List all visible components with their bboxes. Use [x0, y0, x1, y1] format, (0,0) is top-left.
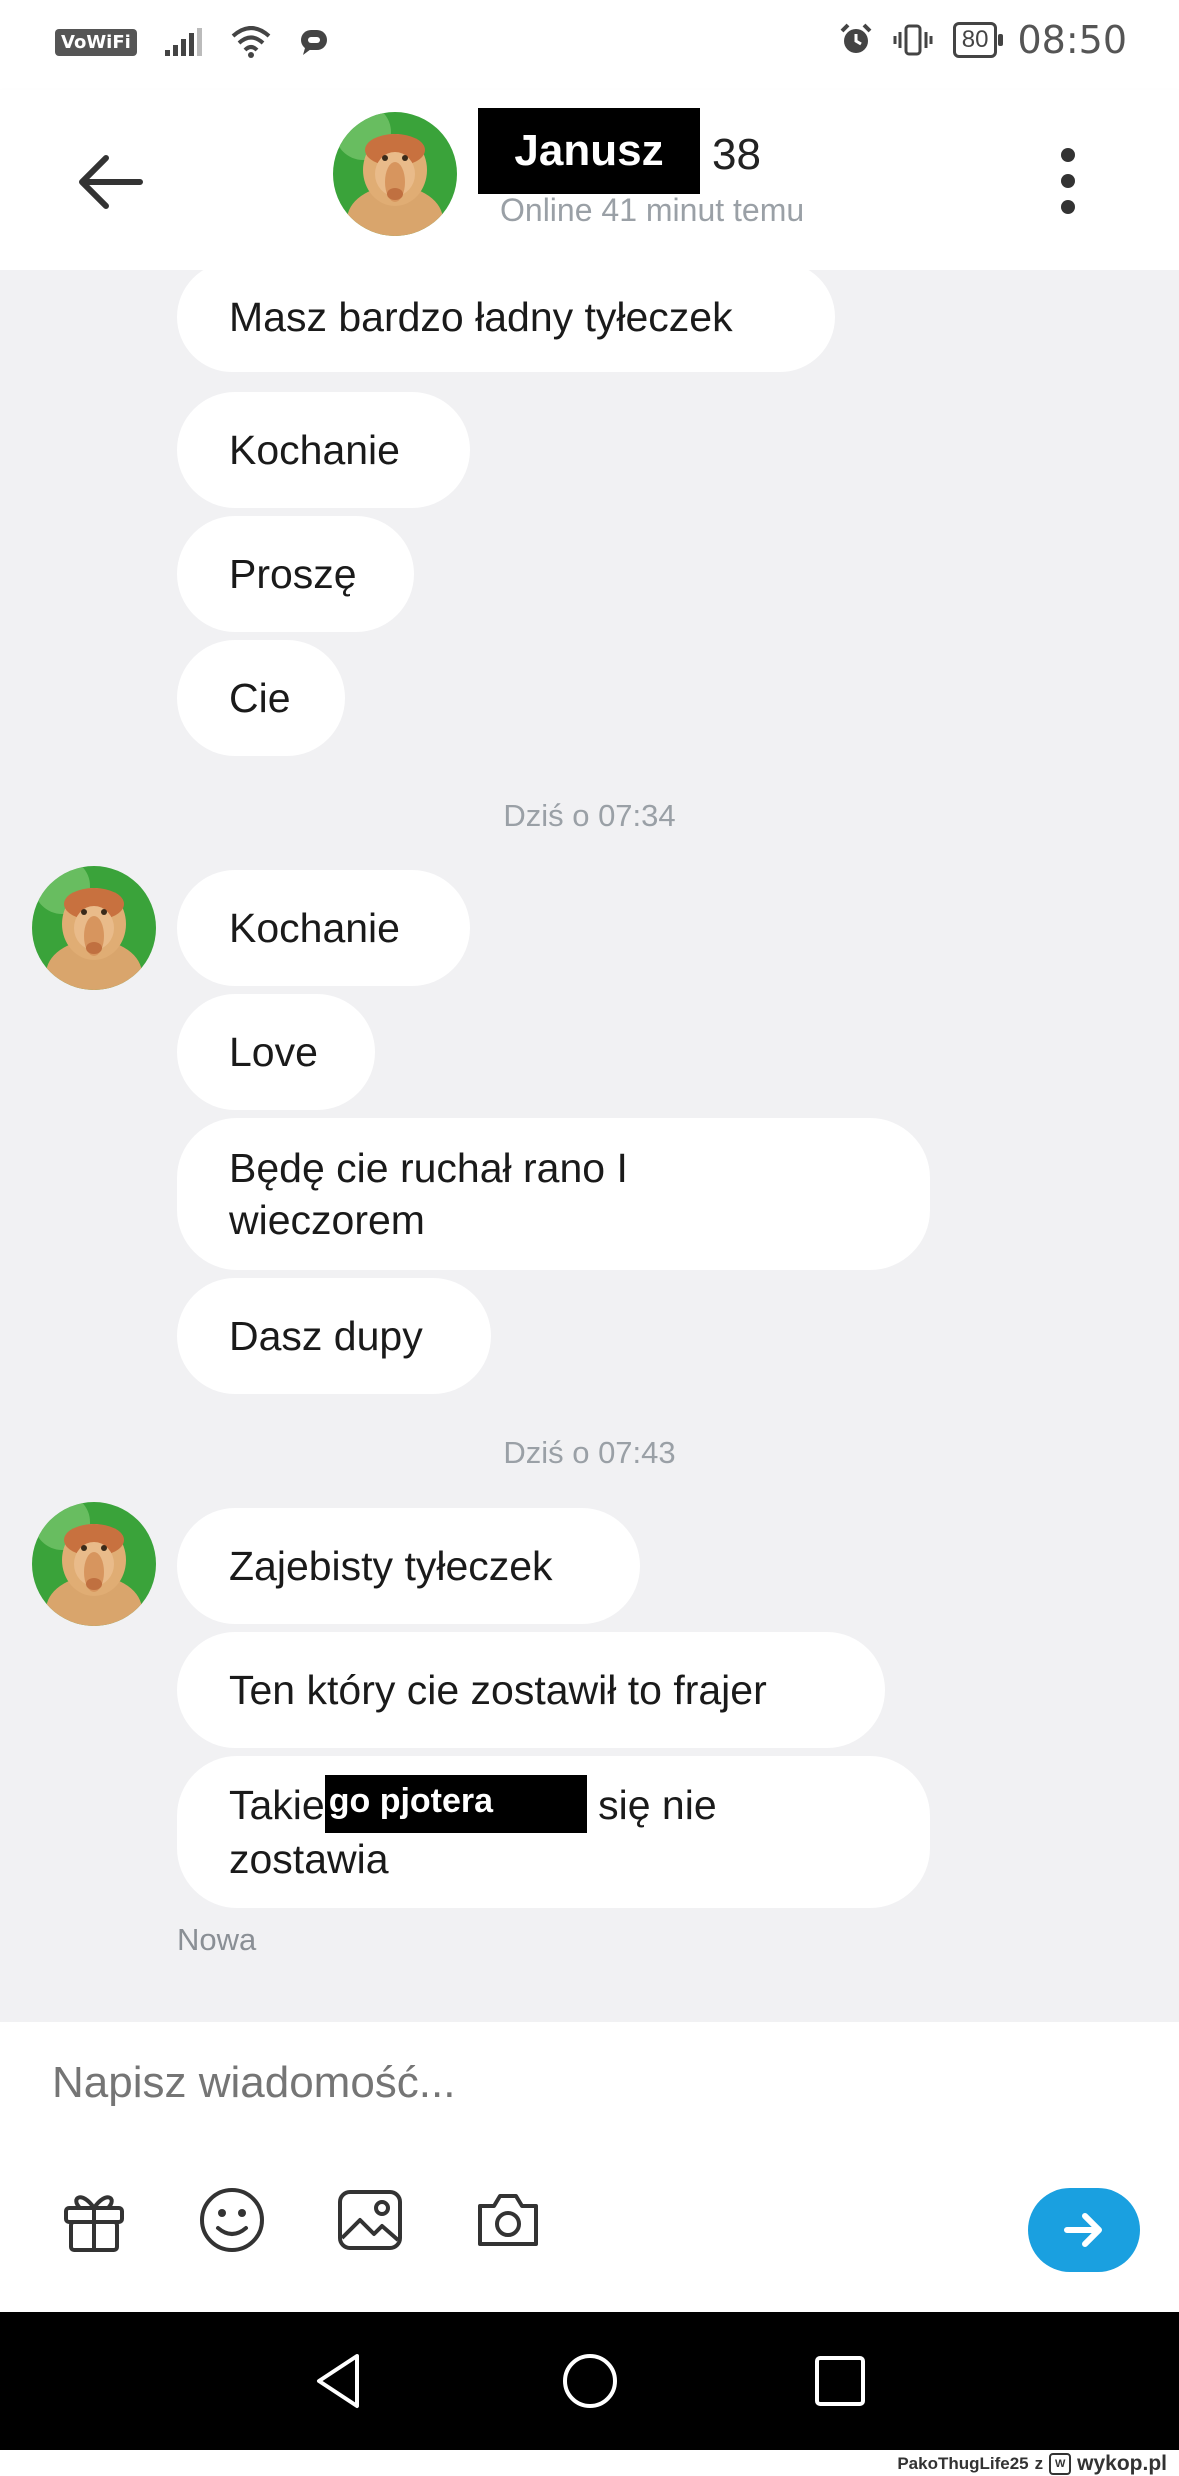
message-bubble[interactable]: Masz bardzo ładny tyłeczek: [177, 270, 835, 372]
nav-recents-icon[interactable]: [805, 2346, 875, 2416]
gallery-icon[interactable]: [334, 2184, 406, 2256]
wifi-icon: [231, 26, 271, 58]
message-text: Ten który cie zostawił to frajer: [229, 1667, 767, 1713]
message-bubble[interactable]: Takie go pjotera się nie zostawia: [177, 1756, 930, 1908]
message-text: Takie go pjotera się nie zostawia: [229, 1775, 717, 1885]
message-notification-icon: [300, 30, 327, 55]
message-bubble[interactable]: Kochanie: [177, 392, 470, 508]
contact-age: 38: [712, 130, 761, 179]
sender-avatar[interactable]: [32, 866, 156, 990]
watermark: PakoThugLife25 z W wykop.pl: [897, 2452, 1167, 2475]
emoji-icon[interactable]: [196, 2184, 268, 2256]
nav-back-icon[interactable]: [305, 2346, 375, 2416]
message-input[interactable]: [52, 2058, 952, 2108]
back-arrow-icon[interactable]: [72, 144, 148, 220]
battery-indicator: 80: [952, 22, 1004, 58]
chat-header: Janusz 38 Online 41 minut temu: [0, 90, 1179, 270]
message-text: Będę cie ruchał rano I wieczorem: [229, 1145, 628, 1243]
status-clock: 08:50: [1017, 18, 1127, 62]
message-text: Proszę: [229, 551, 357, 597]
nav-home-icon[interactable]: [555, 2346, 625, 2416]
message-text: Love: [229, 1029, 318, 1075]
system-nav-bar: [0, 2312, 1179, 2450]
contact-avatar[interactable]: [333, 112, 457, 236]
message-bubble[interactable]: Love: [177, 994, 375, 1110]
vibrate-icon: [893, 24, 933, 56]
message-bubble[interactable]: Proszę: [177, 516, 414, 632]
more-vertical-icon[interactable]: [1050, 140, 1086, 222]
message-bubble[interactable]: Cie: [177, 640, 345, 756]
online-status: Online 41 minut temu: [500, 192, 805, 228]
wykop-logo-icon: W: [1049, 2453, 1072, 2475]
message-text: Cie: [229, 675, 291, 721]
message-text: Kochanie: [229, 905, 400, 951]
message-bubble[interactable]: Zajebisty tyłeczek: [177, 1508, 640, 1624]
date-separator: Dziś o 07:34: [503, 798, 676, 833]
redaction-box: go pjotera: [324, 1775, 587, 1833]
send-button[interactable]: [1028, 2188, 1140, 2272]
message-text: Masz bardzo ładny tyłeczek: [229, 294, 733, 340]
alarm-icon: [840, 23, 872, 53]
status-bar: VoWiFi 80 08:50: [0, 0, 1179, 90]
message-text: Zajebisty tyłeczek: [229, 1543, 553, 1589]
message-text: Kochanie: [229, 427, 400, 473]
message-bubble[interactable]: Będę cie ruchał rano I wieczorem: [177, 1118, 930, 1270]
sender-avatar[interactable]: [32, 1502, 156, 1626]
message-bubble[interactable]: Ten który cie zostawił to frajer: [177, 1632, 885, 1748]
message-list[interactable]: Masz bardzo ładny tyłeczek Kochanie Pros…: [0, 270, 1179, 2022]
gift-icon[interactable]: [58, 2184, 130, 2256]
contact-name[interactable]: Janusz: [478, 108, 700, 194]
watermark-bar: PakoThugLife25 z W wykop.pl: [0, 2450, 1179, 2475]
message-composer: [0, 2022, 1179, 2312]
vowifi-badge: VoWiFi: [55, 28, 137, 56]
new-message-label: Nowa: [177, 1922, 257, 1957]
signal-icon: [164, 28, 202, 56]
message-bubble[interactable]: Dasz dupy: [177, 1278, 491, 1394]
camera-icon[interactable]: [472, 2184, 544, 2256]
message-text: Dasz dupy: [229, 1313, 423, 1359]
send-arrow-icon: [1064, 2213, 1102, 2247]
date-separator: Dziś o 07:43: [503, 1435, 676, 1470]
message-bubble[interactable]: Kochanie: [177, 870, 470, 986]
